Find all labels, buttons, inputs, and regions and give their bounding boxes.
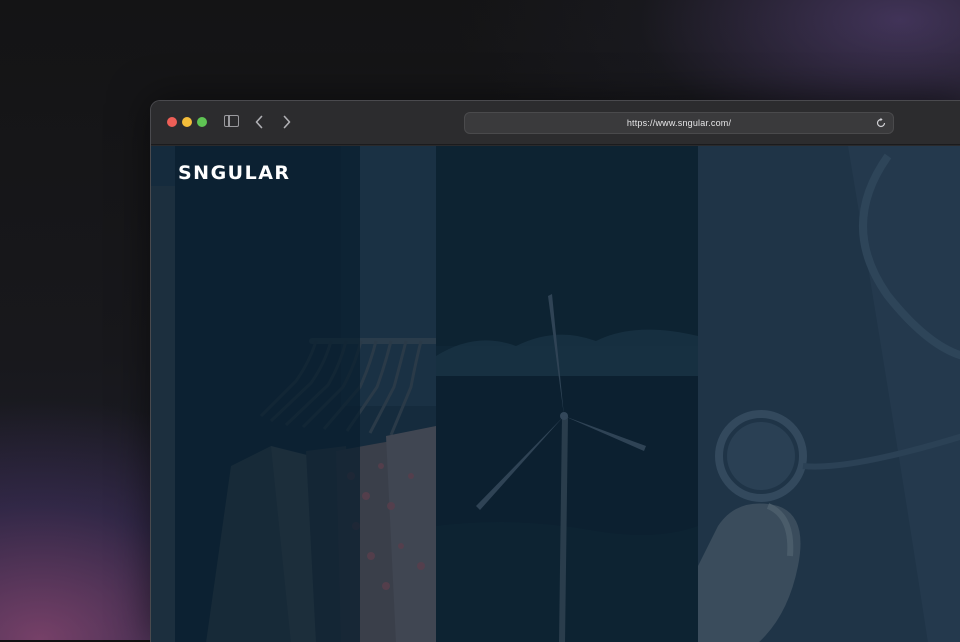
forward-icon[interactable] [279, 113, 295, 131]
hero-panel-retail[interactable]: SNGULAR [151, 146, 436, 642]
minimize-dot[interactable] [182, 117, 192, 127]
hero-panel-energy[interactable] [436, 146, 698, 642]
sidebar-icon[interactable] [224, 115, 239, 127]
page-viewport: SNGULAR [151, 146, 960, 642]
hero-panel-health[interactable] [698, 146, 960, 642]
stethoscope-photo [698, 146, 960, 642]
browser-window: https://www.sngular.com/ SNGULAR [150, 100, 960, 642]
close-dot[interactable] [167, 117, 177, 127]
browser-toolbar: https://www.sngular.com/ [151, 101, 960, 145]
site-logo[interactable]: SNGULAR [178, 162, 291, 184]
reload-icon[interactable] [875, 117, 887, 129]
address-bar[interactable]: https://www.sngular.com/ [464, 112, 894, 134]
url-text: https://www.sngular.com/ [626, 118, 732, 128]
wind-turbine-photo [436, 146, 698, 642]
back-icon[interactable] [251, 113, 267, 131]
maximize-dot[interactable] [197, 117, 207, 127]
overlay-strip [175, 146, 360, 642]
